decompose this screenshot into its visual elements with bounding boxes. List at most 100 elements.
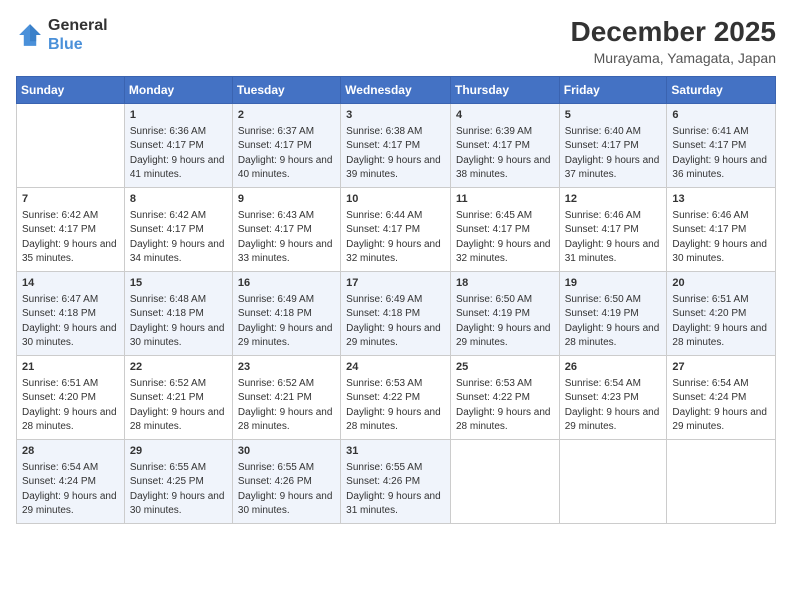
calendar-cell: 31Sunrise: 6:55 AMSunset: 4:26 PMDayligh… <box>341 439 451 523</box>
sunrise-text: Sunrise: 6:49 AM <box>238 293 335 308</box>
page-header: General Blue December 2025 Murayama, Yam… <box>16 16 776 66</box>
daylight-text: Daylight: 9 hours and 36 minutes. <box>672 154 770 183</box>
daylight-text: Daylight: 9 hours and 29 minutes. <box>565 406 662 435</box>
sunrise-text: Sunrise: 6:42 AM <box>130 209 227 224</box>
day-number: 4 <box>456 108 554 124</box>
sunset-text: Sunset: 4:24 PM <box>672 391 770 406</box>
sunrise-text: Sunrise: 6:50 AM <box>565 293 662 308</box>
daylight-text: Daylight: 9 hours and 28 minutes. <box>565 322 662 351</box>
sunrise-text: Sunrise: 6:54 AM <box>672 377 770 392</box>
day-number: 26 <box>565 360 662 376</box>
calendar-cell: 28Sunrise: 6:54 AMSunset: 4:24 PMDayligh… <box>17 439 125 523</box>
sunset-text: Sunset: 4:17 PM <box>672 139 770 154</box>
daylight-text: Daylight: 9 hours and 29 minutes. <box>238 322 335 351</box>
daylight-text: Daylight: 9 hours and 28 minutes. <box>456 406 554 435</box>
day-number: 9 <box>238 192 335 208</box>
calendar-week-row: 21Sunrise: 6:51 AMSunset: 4:20 PMDayligh… <box>17 355 776 439</box>
sunrise-text: Sunrise: 6:40 AM <box>565 125 662 140</box>
day-number: 2 <box>238 108 335 124</box>
calendar-cell: 4Sunrise: 6:39 AMSunset: 4:17 PMDaylight… <box>450 104 559 188</box>
sunset-text: Sunset: 4:17 PM <box>22 223 119 238</box>
day-number: 11 <box>456 192 554 208</box>
calendar-cell: 6Sunrise: 6:41 AMSunset: 4:17 PMDaylight… <box>667 104 776 188</box>
calendar-cell: 2Sunrise: 6:37 AMSunset: 4:17 PMDaylight… <box>232 104 340 188</box>
daylight-text: Daylight: 9 hours and 31 minutes. <box>565 238 662 267</box>
calendar-cell: 26Sunrise: 6:54 AMSunset: 4:23 PMDayligh… <box>559 355 667 439</box>
day-number: 21 <box>22 360 119 376</box>
sunset-text: Sunset: 4:17 PM <box>456 223 554 238</box>
day-number: 17 <box>346 276 445 292</box>
calendar-cell: 8Sunrise: 6:42 AMSunset: 4:17 PMDaylight… <box>124 187 232 271</box>
day-number: 27 <box>672 360 770 376</box>
day-number: 30 <box>238 444 335 460</box>
calendar-cell: 12Sunrise: 6:46 AMSunset: 4:17 PMDayligh… <box>559 187 667 271</box>
day-of-week-header: Thursday <box>450 77 559 104</box>
calendar-week-row: 28Sunrise: 6:54 AMSunset: 4:24 PMDayligh… <box>17 439 776 523</box>
sunrise-text: Sunrise: 6:38 AM <box>346 125 445 140</box>
calendar-cell: 10Sunrise: 6:44 AMSunset: 4:17 PMDayligh… <box>341 187 451 271</box>
calendar-cell <box>667 439 776 523</box>
sunset-text: Sunset: 4:17 PM <box>346 223 445 238</box>
sunrise-text: Sunrise: 6:51 AM <box>672 293 770 308</box>
sunset-text: Sunset: 4:19 PM <box>456 307 554 322</box>
sunset-text: Sunset: 4:23 PM <box>565 391 662 406</box>
day-number: 31 <box>346 444 445 460</box>
sunset-text: Sunset: 4:17 PM <box>238 223 335 238</box>
daylight-text: Daylight: 9 hours and 30 minutes. <box>130 322 227 351</box>
sunrise-text: Sunrise: 6:41 AM <box>672 125 770 140</box>
sunrise-text: Sunrise: 6:39 AM <box>456 125 554 140</box>
logo-text: General Blue <box>48 16 108 54</box>
calendar-cell: 3Sunrise: 6:38 AMSunset: 4:17 PMDaylight… <box>341 104 451 188</box>
daylight-text: Daylight: 9 hours and 31 minutes. <box>346 490 445 519</box>
calendar-cell: 17Sunrise: 6:49 AMSunset: 4:18 PMDayligh… <box>341 271 451 355</box>
calendar-cell: 29Sunrise: 6:55 AMSunset: 4:25 PMDayligh… <box>124 439 232 523</box>
sunset-text: Sunset: 4:18 PM <box>22 307 119 322</box>
sunset-text: Sunset: 4:17 PM <box>456 139 554 154</box>
day-of-week-header: Friday <box>559 77 667 104</box>
day-number: 7 <box>22 192 119 208</box>
calendar-cell <box>17 104 125 188</box>
daylight-text: Daylight: 9 hours and 40 minutes. <box>238 154 335 183</box>
calendar-cell: 13Sunrise: 6:46 AMSunset: 4:17 PMDayligh… <box>667 187 776 271</box>
sunset-text: Sunset: 4:20 PM <box>22 391 119 406</box>
sunrise-text: Sunrise: 6:42 AM <box>22 209 119 224</box>
sunrise-text: Sunrise: 6:53 AM <box>346 377 445 392</box>
sunrise-text: Sunrise: 6:52 AM <box>130 377 227 392</box>
sunrise-text: Sunrise: 6:44 AM <box>346 209 445 224</box>
sunset-text: Sunset: 4:24 PM <box>22 475 119 490</box>
calendar-cell: 23Sunrise: 6:52 AMSunset: 4:21 PMDayligh… <box>232 355 340 439</box>
day-number: 5 <box>565 108 662 124</box>
sunset-text: Sunset: 4:17 PM <box>346 139 445 154</box>
sunrise-text: Sunrise: 6:51 AM <box>22 377 119 392</box>
sunset-text: Sunset: 4:18 PM <box>346 307 445 322</box>
logo-blue: Blue <box>48 35 108 54</box>
calendar-week-row: 1Sunrise: 6:36 AMSunset: 4:17 PMDaylight… <box>17 104 776 188</box>
daylight-text: Daylight: 9 hours and 37 minutes. <box>565 154 662 183</box>
calendar-cell: 18Sunrise: 6:50 AMSunset: 4:19 PMDayligh… <box>450 271 559 355</box>
day-number: 13 <box>672 192 770 208</box>
calendar-cell: 20Sunrise: 6:51 AMSunset: 4:20 PMDayligh… <box>667 271 776 355</box>
sunrise-text: Sunrise: 6:45 AM <box>456 209 554 224</box>
calendar-cell: 11Sunrise: 6:45 AMSunset: 4:17 PMDayligh… <box>450 187 559 271</box>
sunset-text: Sunset: 4:18 PM <box>238 307 335 322</box>
sunset-text: Sunset: 4:19 PM <box>565 307 662 322</box>
day-number: 22 <box>130 360 227 376</box>
calendar-cell: 24Sunrise: 6:53 AMSunset: 4:22 PMDayligh… <box>341 355 451 439</box>
sunrise-text: Sunrise: 6:46 AM <box>565 209 662 224</box>
page-container: General Blue December 2025 Murayama, Yam… <box>0 0 792 612</box>
sunrise-text: Sunrise: 6:36 AM <box>130 125 227 140</box>
daylight-text: Daylight: 9 hours and 29 minutes. <box>22 490 119 519</box>
sunset-text: Sunset: 4:17 PM <box>130 139 227 154</box>
sunrise-text: Sunrise: 6:37 AM <box>238 125 335 140</box>
sunset-text: Sunset: 4:26 PM <box>346 475 445 490</box>
day-of-week-header: Wednesday <box>341 77 451 104</box>
daylight-text: Daylight: 9 hours and 32 minutes. <box>346 238 445 267</box>
sunrise-text: Sunrise: 6:55 AM <box>238 461 335 476</box>
day-number: 19 <box>565 276 662 292</box>
sunset-text: Sunset: 4:18 PM <box>130 307 227 322</box>
daylight-text: Daylight: 9 hours and 28 minutes. <box>22 406 119 435</box>
sunset-text: Sunset: 4:17 PM <box>565 139 662 154</box>
day-number: 24 <box>346 360 445 376</box>
calendar-table: SundayMondayTuesdayWednesdayThursdayFrid… <box>16 76 776 524</box>
daylight-text: Daylight: 9 hours and 30 minutes. <box>672 238 770 267</box>
